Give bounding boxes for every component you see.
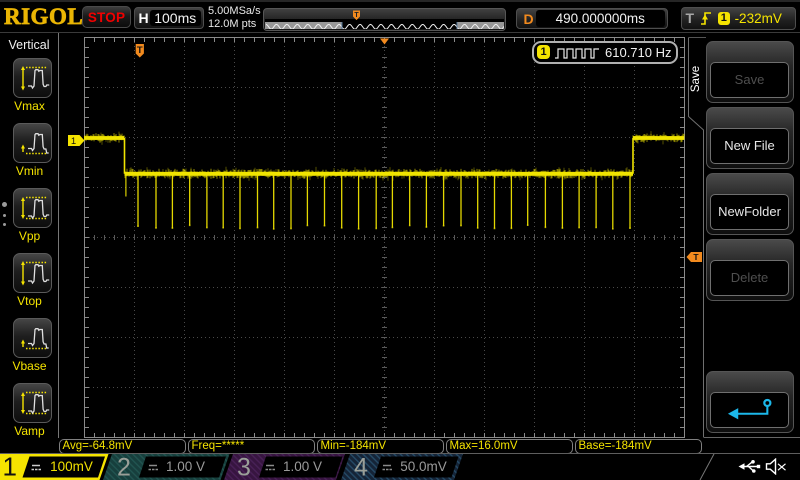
svg-text:3: 3 [237,454,251,480]
svg-text:T: T [354,12,359,19]
svg-text:4: 4 [354,454,368,480]
svg-text:1: 1 [71,136,76,146]
svg-text:T: T [137,45,143,56]
svg-text:1: 1 [3,453,17,480]
svg-text:T: T [693,252,699,262]
svg-text:2: 2 [117,454,131,480]
